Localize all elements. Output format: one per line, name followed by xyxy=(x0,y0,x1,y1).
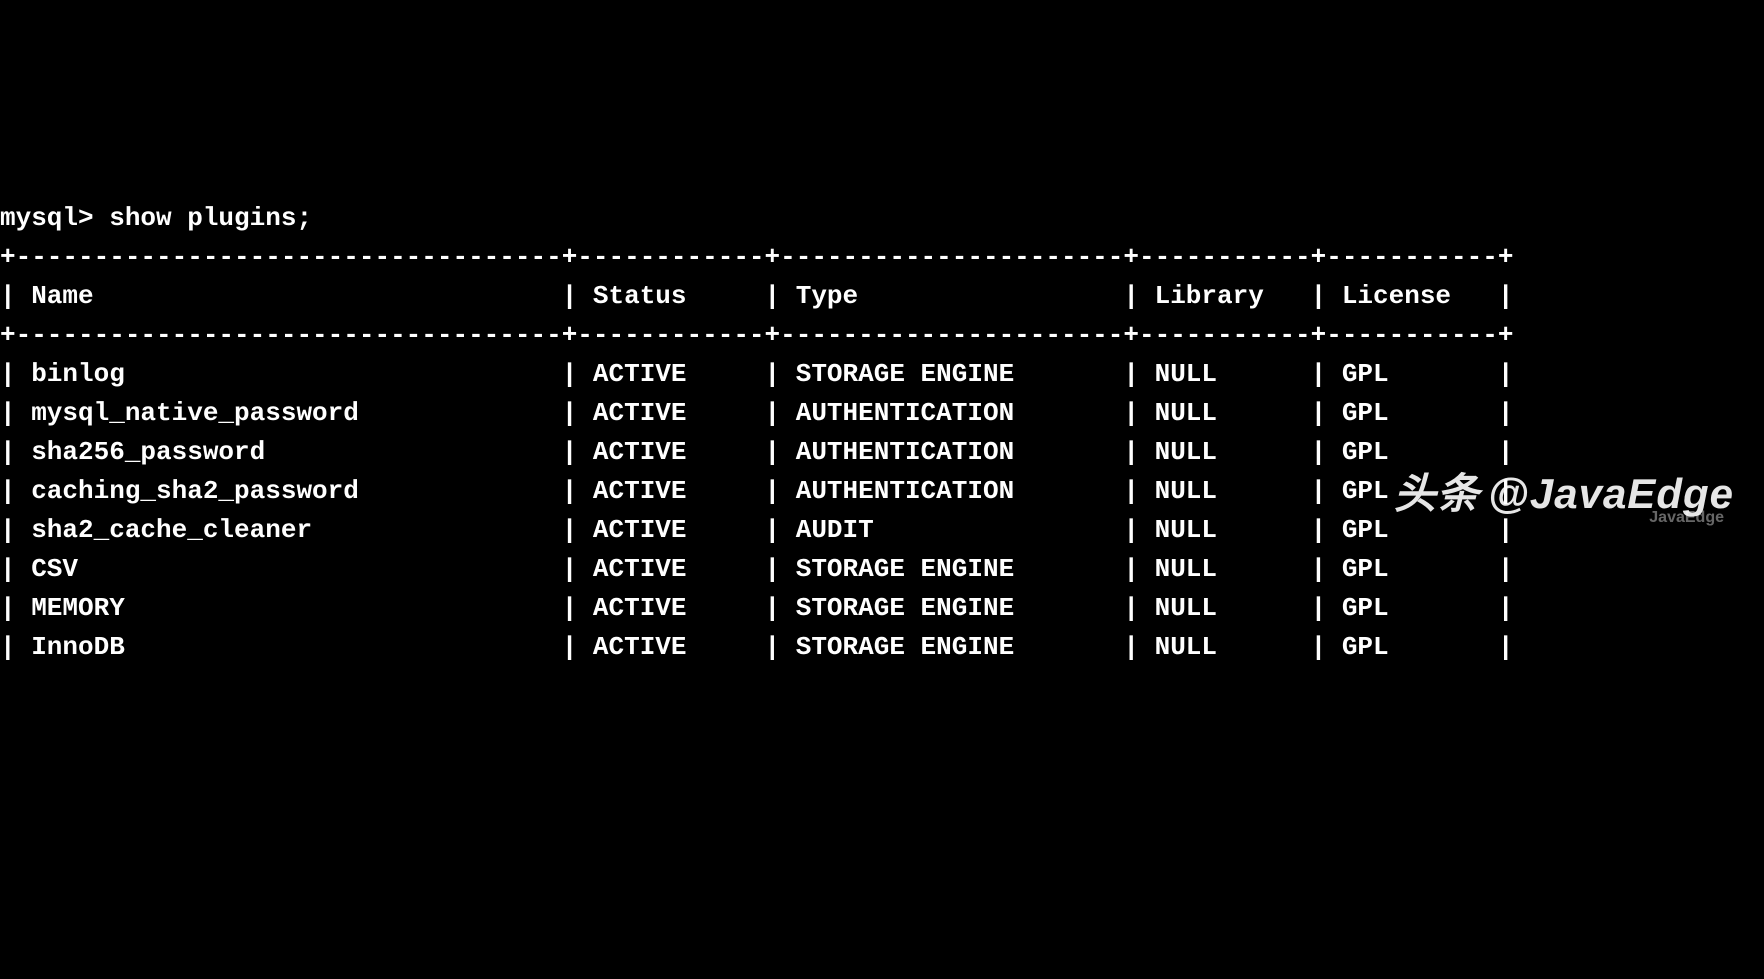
watermark-small: JavaEdge xyxy=(1649,506,1724,530)
table-border-top: +-----------------------------------+---… xyxy=(0,242,1513,272)
mysql-prompt: mysql> show plugins; xyxy=(0,203,312,233)
terminal-output: mysql> show plugins; +------------------… xyxy=(0,160,1764,667)
table-header: | Name | Status | Type | Library | Licen… xyxy=(0,281,1513,311)
table-border-mid: +-----------------------------------+---… xyxy=(0,320,1513,350)
watermark-prefix: 头条 xyxy=(1394,462,1480,525)
sql-command: show plugins; xyxy=(109,203,312,233)
